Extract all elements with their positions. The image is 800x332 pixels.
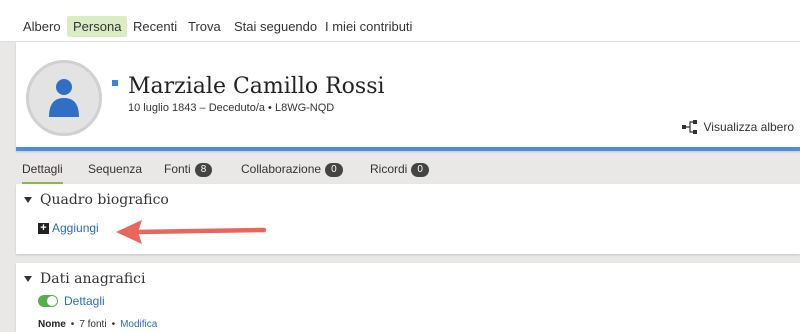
name-row: Nome • 7 fonti • Modifica: [38, 319, 157, 330]
red-arrow-annotation: [116, 220, 267, 244]
tab-dettagli[interactable]: Dettagli: [22, 160, 63, 184]
view-tree-label: Visualizza albero: [703, 120, 795, 134]
vitals-section: Dati anagrafici Dettagli Nome • 7 fonti …: [16, 263, 800, 332]
person-tabs: Dettagli Sequenza Fonti 8 Collaborazione 0…: [16, 160, 800, 184]
details-toggle-label: Dettagli: [64, 294, 105, 308]
name-sources-count[interactable]: 7 fonti: [79, 319, 106, 330]
bullet-separator: •: [70, 319, 75, 330]
nav-albero[interactable]: Albero: [17, 16, 67, 37]
fonti-count-badge: 8: [194, 162, 213, 177]
nav-persona[interactable]: Persona: [67, 16, 128, 37]
edit-name-link[interactable]: Modifica: [120, 319, 157, 330]
collaborazione-count-badge: 0: [325, 162, 343, 177]
nav-i-miei-contributi[interactable]: I miei contributi: [319, 16, 418, 37]
sex-indicator-icon: [112, 80, 118, 86]
add-label: Aggiungi: [52, 221, 99, 235]
nav-recenti[interactable]: Recenti: [127, 16, 183, 37]
person-silhouette-icon: [49, 79, 79, 117]
biography-section-title[interactable]: Quadro biografico: [40, 192, 169, 208]
person-vitals-summary: 10 luglio 1843 – Deceduto/a • L8WG-NQD: [128, 102, 335, 114]
vitals-section-title[interactable]: Dati anagrafici: [40, 271, 146, 287]
nav-stai-seguendo[interactable]: Stai seguendo: [228, 16, 323, 37]
collapse-caret-icon[interactable]: [24, 276, 32, 282]
person-name: Marziale Camillo Rossi: [128, 74, 385, 99]
collapse-caret-icon[interactable]: [24, 197, 32, 203]
header-accent-bar: [16, 147, 800, 151]
tab-ricordi[interactable]: Ricordi 0: [370, 160, 429, 184]
top-navigation: Albero Persona Recenti Trova Stai seguen…: [0, 10, 800, 42]
ricordi-count-badge: 0: [411, 162, 429, 177]
tab-ricordi-label: Ricordi: [370, 162, 408, 176]
tab-collaborazione[interactable]: Collaborazione 0: [241, 160, 343, 184]
tab-fonti[interactable]: Fonti 8: [164, 160, 213, 184]
tab-sequenza[interactable]: Sequenza: [88, 160, 142, 184]
tab-collaborazione-label: Collaborazione: [241, 162, 322, 176]
add-biography-button[interactable]: + Aggiungi: [38, 221, 99, 235]
tab-fonti-label: Fonti: [164, 162, 191, 176]
nav-trova[interactable]: Trova: [182, 16, 227, 37]
toggle-switch-icon[interactable]: [38, 295, 58, 307]
top-strip: [0, 0, 800, 10]
person-header-card: Marziale Camillo Rossi 10 luglio 1843 – …: [16, 42, 800, 151]
tab-sequenza-label: Sequenza: [88, 162, 143, 176]
name-label: Nome: [38, 319, 66, 330]
tree-icon: [681, 120, 697, 134]
tab-dettagli-label: Dettagli: [22, 162, 63, 176]
view-tree-button[interactable]: Visualizza albero: [681, 120, 795, 134]
plus-icon: +: [38, 222, 49, 234]
avatar[interactable]: [26, 60, 102, 136]
bullet-separator: •: [111, 319, 116, 330]
details-toggle[interactable]: Dettagli: [38, 294, 105, 308]
